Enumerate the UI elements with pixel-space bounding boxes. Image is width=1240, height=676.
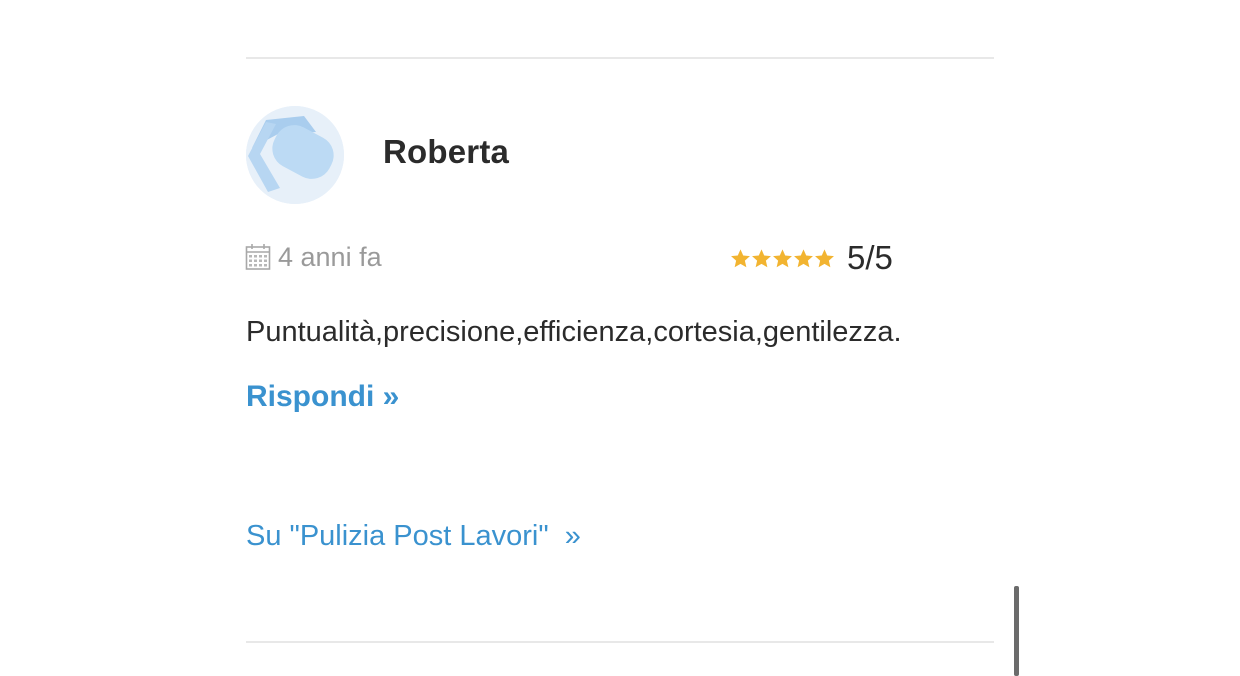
star-icon [773, 248, 792, 267]
calendar-icon [245, 243, 271, 271]
default-user-avatar-icon [246, 106, 344, 204]
reviewer-name: Roberta [383, 133, 510, 170]
review-date-row: 4 anni fa [245, 240, 382, 274]
top-divider [246, 57, 994, 59]
rating-value: 5/5 [847, 239, 893, 276]
scrollbar[interactable] [1014, 586, 1019, 676]
rating: 5/5 [730, 238, 893, 278]
star-rating [730, 248, 835, 269]
star-icon [752, 248, 771, 267]
star-icon [731, 248, 750, 267]
review-date: 4 anni fa [278, 241, 382, 272]
review-card: Roberta 4 anni fa 5/5 Puntualità,precisi… [0, 0, 1240, 676]
review-text: Puntualità,precisione,efficienza,cortesi… [246, 316, 902, 348]
service-link[interactable]: Su "Pulizia Post Lavori" » [246, 520, 581, 553]
avatar [246, 106, 344, 204]
star-icon [794, 248, 813, 267]
reply-link[interactable]: Rispondi » [246, 380, 399, 414]
bottom-divider [246, 641, 994, 643]
star-icon [815, 248, 834, 267]
